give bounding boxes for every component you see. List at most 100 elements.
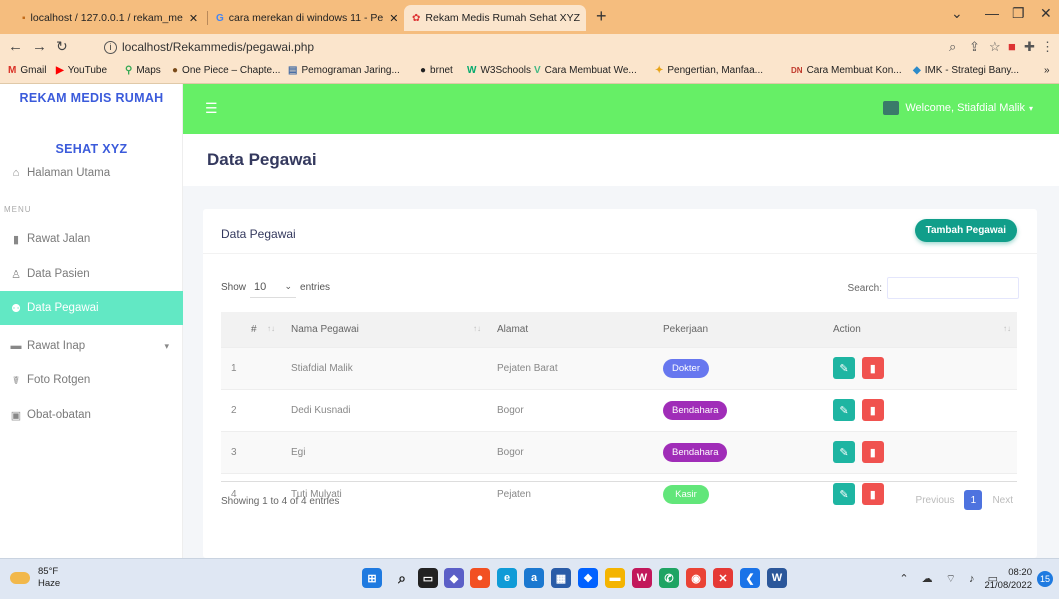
delete-button[interactable]: ▮ <box>861 357 884 379</box>
delete-button[interactable]: ▮ <box>861 483 884 506</box>
add-employee-button[interactable]: Tambah Pegawai <box>914 219 1017 242</box>
close-icon[interactable]: ✕ <box>183 12 198 25</box>
file-explorer-icon[interactable]: ▬ <box>605 568 625 588</box>
column-header-no[interactable]: # ↑↓ <box>221 312 281 347</box>
browser-tab-phpmyadmin[interactable]: ▪ localhost / 127.0.0.1 / rekam_me ✕ <box>14 5 206 31</box>
menu-dots-icon[interactable]: ⋮ <box>1041 39 1054 55</box>
github-icon: ● <box>420 65 427 76</box>
chat-icon[interactable]: ◆ <box>444 568 464 588</box>
store-icon[interactable]: ▦ <box>551 568 571 588</box>
bookmark-brnet[interactable]: ● brnet <box>420 65 453 76</box>
sort-icon: ↑↓ <box>473 324 481 333</box>
wps-icon[interactable]: W <box>632 568 652 588</box>
minimize-icon[interactable]: — <box>985 5 999 21</box>
sort-icon: ↑↓ <box>1003 324 1011 333</box>
extensions-puzzle-icon[interactable]: ✚ <box>1024 39 1035 55</box>
close-window-icon[interactable]: ✕ <box>1040 5 1052 22</box>
new-tab-button[interactable]: + <box>596 6 607 27</box>
close-icon[interactable]: ✕ <box>580 12 586 25</box>
bookmark-gmail[interactable]: M Gmail <box>8 65 46 76</box>
sidebar-toggle-icon[interactable]: ☰ <box>205 100 218 117</box>
extension-icon[interactable]: ■ <box>1008 39 1016 54</box>
browser-tab-rekam-medis[interactable]: ✿ Rekam Medis Rumah Sehat XYZ ✕ <box>404 5 586 31</box>
cell-no: 1 <box>221 346 281 389</box>
bookmark-pengertian[interactable]: ✦ Pengertian, Manfaa... <box>655 65 763 76</box>
cell-alamat: Pejaten <box>487 472 653 515</box>
close-icon[interactable]: ✕ <box>383 12 398 25</box>
bookmark-cara-membuat-web[interactable]: V Cara Membuat We... <box>534 65 637 76</box>
user-dropdown[interactable]: Welcome, Stiafdial Malik ▾ <box>883 101 1033 115</box>
next-page-button[interactable]: Next <box>986 495 1019 506</box>
sidebar-item-data-pegawai[interactable]: ⚉ Data Pegawai <box>0 291 183 325</box>
whatsapp-icon[interactable]: ✆ <box>659 568 679 588</box>
bookmark-pemograman[interactable]: ▤ Pemograman Jaring... <box>288 65 400 76</box>
cell-alamat: Bogor <box>487 388 653 431</box>
xampp-icon[interactable]: ✕ <box>713 568 733 588</box>
windows-start-icon[interactable]: ⊞ <box>362 568 382 588</box>
sidebar-item-rawat-jalan[interactable]: ▮ Rawat Jalan <box>0 228 183 250</box>
amazon-icon[interactable]: a <box>524 568 544 588</box>
sidebar-item-home[interactable]: ⌂ Halaman Utama <box>0 162 183 184</box>
clock[interactable]: 08:20 21/08/2022 <box>984 566 1032 592</box>
edit-button[interactable]: ✎ <box>833 399 855 421</box>
bookmark-onepiece[interactable]: ● One Piece – Chapte... <box>172 65 280 76</box>
task-view-icon[interactable]: ▭ <box>418 568 438 588</box>
sidebar-item-rawat-inap[interactable]: ▬ Rawat Inap ▾ <box>0 335 183 357</box>
trash-icon: ▮ <box>869 488 876 501</box>
table-info: Showing 1 to 4 of 4 entries <box>221 496 340 507</box>
column-header-pekerjaan[interactable]: Pekerjaan <box>653 312 823 347</box>
current-page-button[interactable]: 1 <box>964 490 983 510</box>
edit-button[interactable]: ✎ <box>833 357 855 379</box>
edit-button[interactable]: ✎ <box>833 441 855 463</box>
table-row: 3 Egi Bogor Bendahara ✎ ▮ <box>221 430 1017 473</box>
delete-button[interactable]: ▮ <box>861 441 884 463</box>
browser-tab-google[interactable]: G cara merekan di windows 11 - Pe ✕ <box>208 5 400 31</box>
widgets-icon[interactable]: ● <box>470 568 490 588</box>
table-row: 2 Dedi Kusnadi Bogor Bendahara ✎ ▮ <box>221 388 1017 431</box>
gmail-icon: M <box>8 65 17 76</box>
sidebar-item-foto-rotgen[interactable]: ☤ Foto Rotgen <box>0 369 183 391</box>
main-content: Data Pegawai Data Pegawai Tambah Pegawai… <box>183 134 1059 558</box>
sidebar-item-data-pasien[interactable]: ♙ Data Pasien <box>0 263 183 285</box>
vscode-icon[interactable]: ❮ <box>740 568 760 588</box>
user-icon: ♙ <box>11 268 21 281</box>
sidebar-item-obat-obatan[interactable]: ▣ Obat-obatan <box>0 404 183 426</box>
column-header-nama[interactable]: Nama Pegawai ↑↓ <box>281 312 487 347</box>
delete-button[interactable]: ▮ <box>861 399 884 421</box>
reload-icon[interactable]: ↻ <box>56 38 68 55</box>
back-icon[interactable]: ← <box>8 38 23 55</box>
cell-pekerjaan: Dokter <box>653 346 823 389</box>
w3schools-icon: W <box>467 65 477 76</box>
edit-button[interactable]: ✎ <box>833 483 855 506</box>
forward-icon[interactable]: → <box>32 38 47 55</box>
edge-icon[interactable]: e <box>497 568 517 588</box>
bookmark-youtube[interactable]: ▶ YouTube <box>56 65 107 76</box>
search-input[interactable] <box>887 277 1019 299</box>
bookmark-w3schools[interactable]: W W3Schools <box>467 65 531 76</box>
restore-icon[interactable]: ❐ <box>1012 5 1025 22</box>
entries-select[interactable]: 10 ⌄ <box>250 276 297 298</box>
dropbox-icon[interactable]: ❖ <box>578 568 598 588</box>
column-header-action[interactable]: Action ↑↓ <box>823 312 1017 347</box>
search-icon[interactable]: ⌕ <box>392 568 412 588</box>
previous-page-button[interactable]: Previous <box>910 495 961 506</box>
bookmark-star-icon[interactable]: ☆ <box>989 39 1001 55</box>
bookmark-maps[interactable]: ⚲ Maps <box>125 65 161 76</box>
zoom-icon[interactable]: ⌕ <box>949 39 956 55</box>
chevron-down-icon[interactable]: ⌄ <box>951 5 963 22</box>
bookmark-cara-membuat-kon[interactable]: DN Cara Membuat Kon... <box>791 65 902 76</box>
bookmarks-more-button[interactable]: » <box>1044 65 1050 76</box>
cell-alamat: Bogor <box>487 430 653 473</box>
url-input[interactable]: i localhost/Rekammedis/pegawai.php <box>104 37 944 57</box>
word-icon[interactable]: W <box>767 568 787 588</box>
bookmarks-bar: M Gmail ▶ YouTube ⚲ Maps ● One Piece – Chapt… <box>0 60 1059 84</box>
notification-badge[interactable]: 15 <box>1037 571 1053 587</box>
bookmark-imk[interactable]: ◆ IMK - Strategi Bany... <box>913 65 1019 76</box>
chrome-icon[interactable]: ◉ <box>686 568 706 588</box>
weather-widget[interactable]: 85°F Haze <box>10 566 60 590</box>
phpmyadmin-icon: ▪ <box>22 12 26 24</box>
card-title: Data Pegawai <box>221 227 296 241</box>
share-icon[interactable]: ⇪ <box>969 39 980 55</box>
column-header-alamat[interactable]: Alamat <box>487 312 653 347</box>
info-icon[interactable]: i <box>104 40 117 54</box>
